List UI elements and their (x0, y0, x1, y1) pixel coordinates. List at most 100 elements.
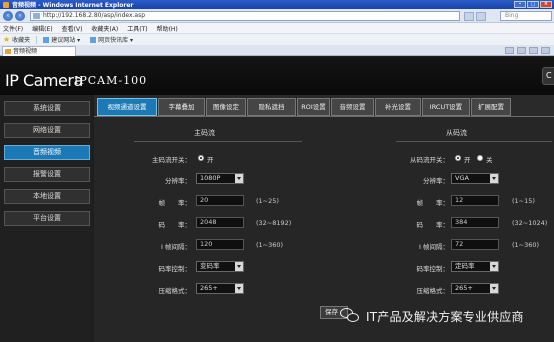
window-title-bar: 音频视频 - Windows Internet Explorer – □ × (0, 0, 554, 9)
sub-resolution-label: 分辨率： (423, 177, 449, 185)
mail-icon[interactable] (529, 47, 538, 54)
favorite-web-slice[interactable]: 网页快讯库 ▾ (90, 35, 133, 44)
sidebar-item-system[interactable]: 系统设置 (4, 101, 90, 116)
ie-app-icon (3, 1, 9, 8)
main-fps-input[interactable]: 20 (196, 195, 244, 206)
tab-privacy-mask[interactable]: 隐私遮挡 (247, 98, 296, 116)
menu-favorites[interactable]: 收藏夹(A) (91, 24, 118, 33)
sub-fps-range: (1~15) (512, 197, 535, 205)
brand-logo: IP Camera (5, 71, 83, 90)
main-switch-on-label: 开 (207, 156, 214, 164)
selected-value: 定码率 (455, 262, 475, 270)
sub-bitrate-input[interactable]: 384 (451, 217, 499, 228)
site-icon (43, 36, 50, 43)
sidebar-item-local[interactable]: 本地设置 (4, 189, 90, 204)
window-title: 音频视频 - Windows Internet Explorer (12, 2, 134, 9)
chevron-down-icon (235, 284, 243, 293)
wechat-logo-icon (340, 307, 360, 325)
tab-audio[interactable]: 音频设置 (331, 98, 374, 116)
sidebar-item-alarm[interactable]: 报警设置 (4, 167, 90, 182)
page-icon (33, 13, 40, 19)
url-input[interactable]: http://192.168.2.80/asp/index.asp (30, 11, 460, 21)
sub-fps-label: 帧 率： (416, 199, 450, 207)
divider (36, 35, 38, 44)
main-bitrate-input[interactable]: 2048 (196, 217, 244, 228)
address-controls (464, 12, 486, 21)
minimize-button[interactable]: – (514, 1, 526, 8)
tab-extended[interactable]: 扩展配置 (471, 98, 511, 116)
sub-bitrate-label: 码 率： (416, 221, 450, 229)
home-icon[interactable] (505, 47, 514, 54)
menu-help[interactable]: 帮助(H) (157, 24, 178, 33)
chevron-down-icon (490, 262, 498, 271)
site-icon (90, 36, 97, 43)
main-rate-control-label: 码率控制： (158, 265, 192, 273)
main-bitrate-label: 码 率： (158, 221, 192, 229)
stop-icon[interactable] (476, 12, 486, 21)
tab-page-icon (5, 49, 11, 54)
tab-video-channel[interactable]: 视频通道设置 (97, 98, 157, 116)
menu-tools[interactable]: 工具(T) (127, 24, 147, 33)
address-bar: ‹ › http://192.168.2.80/asp/index.asp Bi… (0, 9, 554, 23)
sidebar-item-audio-video[interactable]: 音频视频 (4, 145, 90, 160)
tab-osd[interactable]: 字幕叠加 (158, 98, 205, 116)
selected-value: 变码率 (200, 262, 220, 270)
sub-iframe-input[interactable]: 72 (451, 239, 499, 250)
print-icon[interactable] (541, 47, 550, 54)
main-switch-on-radio[interactable] (198, 155, 204, 161)
main-iframe-range: (1~360) (256, 241, 284, 249)
menu-bar: 文件(F) 编辑(E) 查看(V) 收藏夹(A) 工具(T) 帮助(H) (0, 23, 554, 33)
tab-command-bar: 音频视频 (0, 45, 554, 56)
favorites-star-icon[interactable]: ★ (3, 35, 10, 44)
favorites-label[interactable]: 收藏夹 (12, 35, 30, 44)
sidebar: 系统设置 网络设置 音频视频 报警设置 本地设置 平台设置 (0, 95, 92, 342)
main-fps-label: 帧 率： (158, 199, 192, 207)
sub-iframe-label: I 帧间隔： (419, 243, 449, 251)
main-codec-select[interactable]: 265+ (196, 283, 244, 294)
sidebar-item-network[interactable]: 网络设置 (4, 123, 90, 138)
tab-ircut[interactable]: IRCUT设置 (422, 98, 470, 116)
close-button[interactable]: × (540, 1, 552, 8)
sub-switch-off-label: 关 (486, 156, 493, 164)
refresh-icon[interactable] (464, 12, 474, 21)
menu-view[interactable]: 查看(V) (62, 24, 83, 33)
sub-codec-label: 压缩格式： (416, 287, 450, 295)
sub-codec-select[interactable]: 265+ (451, 283, 499, 294)
sub-fps-input[interactable]: 12 (451, 195, 499, 206)
main-resolution-label: 分辨率： (165, 177, 191, 185)
forward-icon[interactable]: › (15, 10, 25, 21)
favorite-suggested-sites[interactable]: 建议网站 ▾ (43, 35, 80, 44)
favorite-label: 网页快讯库 ▾ (98, 37, 134, 44)
back-icon[interactable]: ‹ (3, 10, 13, 21)
sub-stream-title: 从码流 (446, 129, 467, 137)
favorite-label: 建议网站 ▾ (51, 37, 81, 44)
sub-rate-control-label: 码率控制： (416, 265, 450, 273)
divider (134, 141, 302, 142)
divider (396, 141, 552, 142)
header-corner-button[interactable]: C (542, 67, 554, 85)
selected-value: VGA (455, 174, 469, 182)
main-resolution-select[interactable]: 1080P (196, 173, 244, 184)
browser-tab[interactable]: 音频视频 (2, 46, 76, 56)
sub-resolution-select[interactable]: VGA (451, 173, 499, 184)
menu-edit[interactable]: 编辑(E) (32, 24, 52, 33)
sub-switch-label: 从码流开关： (410, 156, 449, 164)
tab-image[interactable]: 图像设定 (206, 98, 246, 116)
menu-file[interactable]: 文件(F) (3, 24, 23, 33)
tab-roi[interactable]: ROI设置 (297, 98, 330, 116)
tab-fill-light[interactable]: 补光设置 (375, 98, 421, 116)
sub-iframe-range: (1~360) (512, 241, 540, 249)
search-input[interactable]: Bing (500, 11, 552, 21)
maximize-button[interactable]: □ (527, 1, 539, 8)
favorites-bar: ★ 收藏夹 建议网站 ▾ 网页快讯库 ▾ (0, 33, 554, 45)
selected-value: 265+ (200, 284, 218, 292)
sub-switch-on-radio[interactable] (455, 155, 461, 161)
main-iframe-input[interactable]: 120 (196, 239, 244, 250)
sidebar-item-platform[interactable]: 平台设置 (4, 211, 90, 226)
settings-tabs: 视频通道设置 字幕叠加 图像设定 隐私遮挡 ROI设置 音频设置 补光设置 IR… (97, 98, 511, 116)
sub-rate-control-select[interactable]: 定码率 (451, 261, 499, 272)
sub-switch-off-radio[interactable] (477, 155, 483, 161)
feeds-icon[interactable] (517, 47, 526, 54)
main-rate-control-select[interactable]: 变码率 (196, 261, 244, 272)
model-name: IPCAM-100 (74, 74, 148, 87)
